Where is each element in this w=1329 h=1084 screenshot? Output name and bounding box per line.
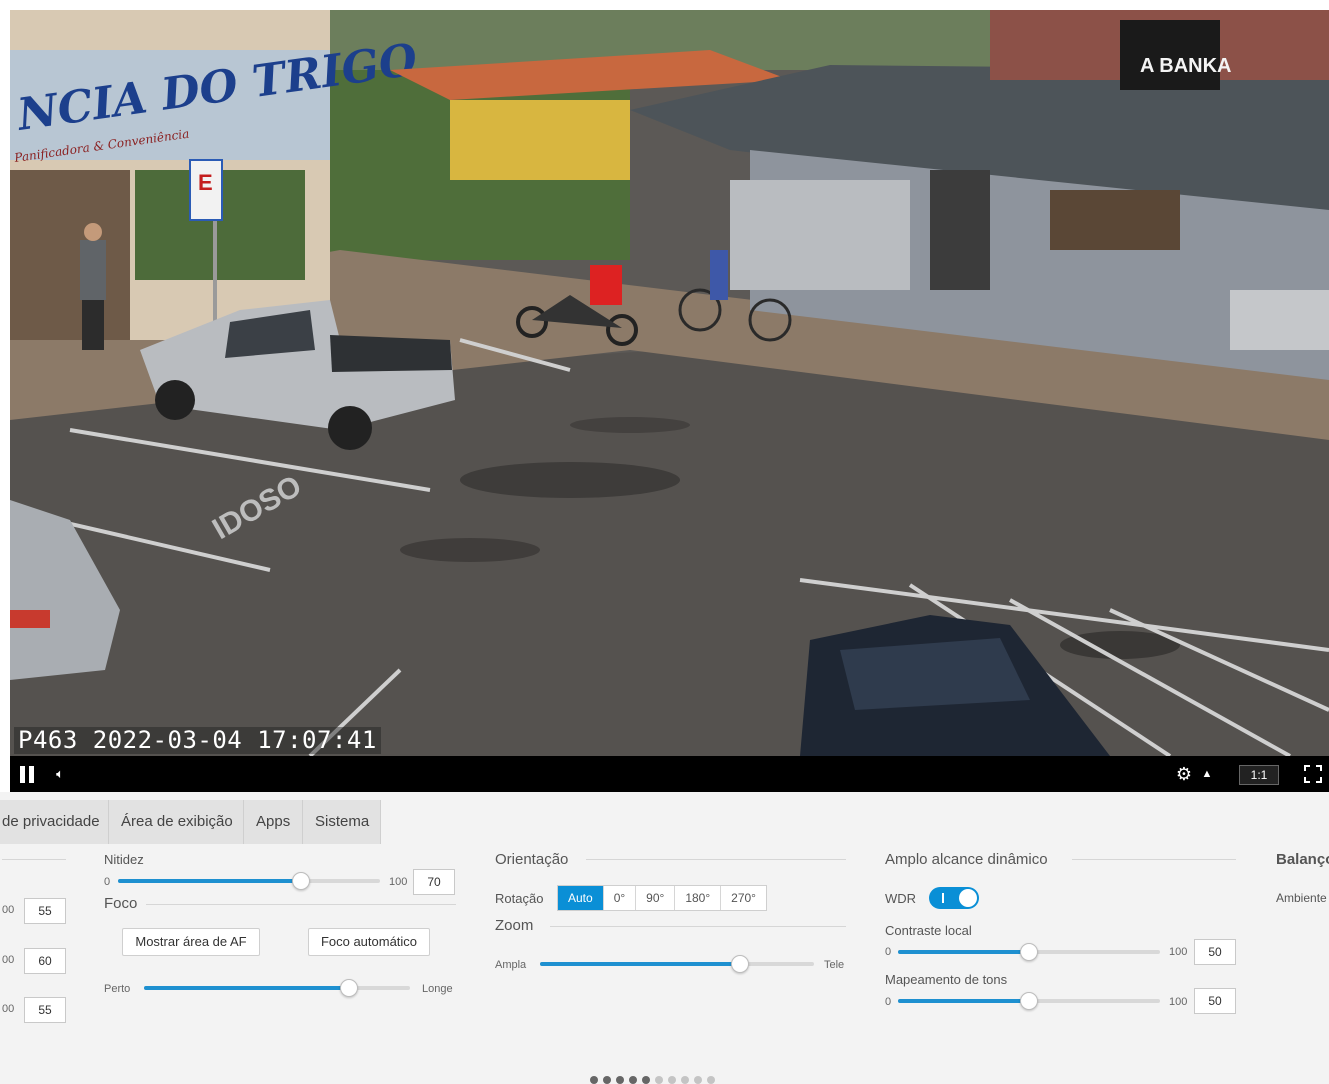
- volume-icon[interactable]: 🔈︎: [50, 756, 70, 792]
- zoom-title: Zoom: [495, 917, 534, 934]
- camera-settings-page: NCIA DO TRIGO Panificadora & Conveniênci…: [0, 0, 1329, 1084]
- focus-near-label: Perto: [104, 983, 131, 995]
- slider-handle[interactable]: [339, 979, 358, 997]
- wdr-toggle[interactable]: [929, 887, 979, 909]
- player-controlbar: 🔈︎ ⚙︎ ▲ 1:1: [10, 756, 1329, 792]
- live-video[interactable]: NCIA DO TRIGO Panificadora & Conveniênci…: [10, 10, 1329, 756]
- section-divider: [550, 926, 846, 927]
- focus-slider[interactable]: [144, 979, 410, 997]
- local-contrast-slider[interactable]: [898, 943, 1160, 961]
- slider-max-label: 00: [2, 1003, 15, 1015]
- pagination-dot[interactable]: [668, 1076, 676, 1084]
- sharpness-label: Nitidez: [104, 852, 144, 867]
- bar-sign-text: A BANKA: [1140, 55, 1231, 77]
- local-contrast-max: 100: [1169, 946, 1188, 958]
- slider-handle[interactable]: [292, 872, 311, 890]
- value-input-3[interactable]: 55: [24, 997, 66, 1023]
- sharpness-min: 0: [104, 876, 111, 888]
- tone-mapping-max: 100: [1169, 996, 1188, 1008]
- section-divider: [586, 859, 846, 860]
- zoom-tele-label: Tele: [824, 959, 845, 971]
- rotation-option-90[interactable]: 90°: [636, 886, 676, 910]
- pagination-dot[interactable]: [603, 1076, 611, 1084]
- sharpness-max: 100: [389, 876, 408, 888]
- live-view-panel: NCIA DO TRIGO Panificadora & Conveniênci…: [0, 0, 1329, 792]
- pagination-dot[interactable]: [629, 1076, 637, 1084]
- slider-max-label: 00: [2, 954, 15, 966]
- tab-apps[interactable]: Apps: [244, 800, 303, 844]
- pagination-dot[interactable]: [694, 1076, 702, 1084]
- tone-mapping-slider[interactable]: [898, 992, 1160, 1010]
- white-balance-title: Balanço: [1276, 851, 1329, 868]
- section-divider: [1072, 859, 1236, 860]
- value-input-2[interactable]: 60: [24, 948, 66, 974]
- pagination-dot[interactable]: [616, 1076, 624, 1084]
- rotation-option-180[interactable]: 180°: [675, 886, 722, 910]
- aspect-ratio-button[interactable]: 1:1: [1239, 765, 1279, 785]
- camera-scene: NCIA DO TRIGO Panificadora & Conveniênci…: [10, 10, 1329, 756]
- white-balance-ambient-label: Ambiente: [1276, 891, 1327, 905]
- local-contrast-value-input[interactable]: 50: [1194, 939, 1236, 965]
- pause-icon[interactable]: [16, 756, 38, 792]
- wdr-label: WDR: [885, 891, 917, 906]
- parking-sign-text: E: [198, 170, 213, 195]
- slider-handle[interactable]: [731, 955, 750, 973]
- tone-mapping-label: Mapeamento de tons: [885, 972, 1008, 987]
- rotation-segmented-control: Auto 0° 90° 180° 270°: [557, 885, 767, 911]
- stream-profile-icon[interactable]: ⚙︎: [1172, 756, 1196, 792]
- wdr-title: Amplo alcance dinâmico: [885, 851, 1048, 868]
- tabbar-fill: [381, 800, 1329, 844]
- tab-privacy[interactable]: de privacidade: [0, 800, 109, 844]
- rotation-option-0[interactable]: 0°: [604, 886, 637, 910]
- section-divider: [2, 859, 66, 860]
- tone-mapping-value-input[interactable]: 50: [1194, 988, 1236, 1014]
- pagination-dot[interactable]: [707, 1076, 715, 1084]
- tab-view-area[interactable]: Área de exibição: [109, 800, 244, 844]
- orientation-title: Orientação: [495, 851, 569, 868]
- pagination-dot[interactable]: [590, 1076, 598, 1084]
- pedestrian: [80, 223, 106, 350]
- slider-max-label: 00: [2, 904, 15, 916]
- show-af-area-button[interactable]: Mostrar área de AF: [122, 928, 260, 956]
- chevron-up-icon[interactable]: ▲: [1200, 756, 1214, 792]
- tone-mapping-min: 0: [885, 996, 892, 1008]
- timestamp-overlay: P463 2022-03-04 17:07:41: [14, 727, 381, 754]
- fullscreen-icon[interactable]: [1302, 756, 1324, 792]
- rotation-option-auto[interactable]: Auto: [558, 886, 604, 910]
- zoom-slider[interactable]: [540, 955, 814, 973]
- local-contrast-label: Contraste local: [885, 923, 972, 938]
- auto-focus-button[interactable]: Foco automático: [308, 928, 430, 956]
- local-contrast-min: 0: [885, 946, 892, 958]
- pagination-dot[interactable]: [642, 1076, 650, 1084]
- slider-handle[interactable]: [1020, 992, 1038, 1010]
- rotation-label: Rotação: [495, 891, 544, 906]
- focus-title: Foco: [104, 895, 138, 912]
- zoom-wide-label: Ampla: [495, 959, 527, 971]
- sharpness-value-input[interactable]: 70: [413, 869, 455, 895]
- value-input-1[interactable]: 55: [24, 898, 66, 924]
- tab-system[interactable]: Sistema: [303, 800, 381, 844]
- pagination-dots: [590, 1076, 715, 1084]
- focus-far-label: Longe: [422, 983, 453, 995]
- rotation-option-270[interactable]: 270°: [721, 886, 766, 910]
- section-divider: [146, 904, 456, 905]
- slider-handle[interactable]: [1020, 943, 1038, 961]
- pagination-dot[interactable]: [655, 1076, 663, 1084]
- settings-tabbar: de privacidade Área de exibição Apps Sis…: [0, 800, 1329, 844]
- pagination-dot[interactable]: [681, 1076, 689, 1084]
- sharpness-slider[interactable]: [118, 872, 380, 890]
